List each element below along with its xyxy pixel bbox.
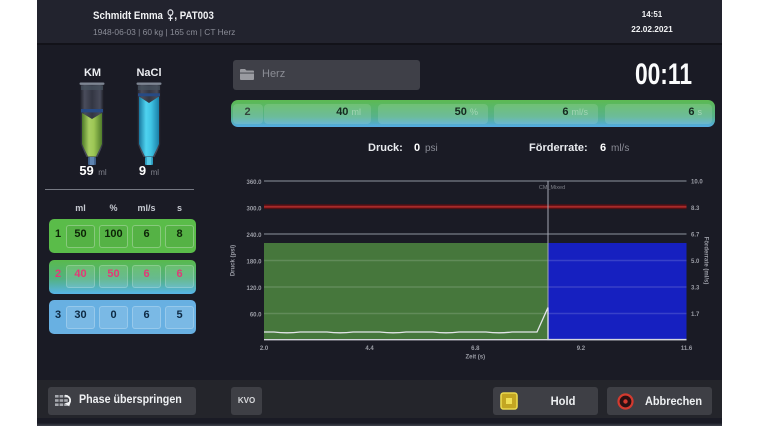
svg-text:11.6: 11.6	[681, 346, 693, 352]
svg-text:CM_Mixed: CM_Mixed	[539, 185, 565, 191]
svg-text:240.0: 240.0	[246, 233, 262, 239]
svg-text:Druck (psi): Druck (psi)	[231, 245, 237, 276]
svg-text:8.3: 8.3	[691, 206, 700, 212]
svg-text:Förderrate (ml/s): Förderrate (ml/s)	[703, 237, 709, 285]
svg-text:60.0: 60.0	[250, 313, 262, 319]
svg-text:5.0: 5.0	[691, 259, 700, 265]
svg-text:1.7: 1.7	[691, 312, 700, 318]
svg-text:4.4: 4.4	[365, 346, 374, 352]
svg-text:300.0: 300.0	[246, 207, 262, 213]
svg-text:120.0: 120.0	[246, 286, 262, 292]
svg-text:6.8: 6.8	[471, 346, 480, 352]
svg-text:10.0: 10.0	[691, 180, 703, 186]
svg-text:180.0: 180.0	[246, 260, 262, 266]
svg-text:9.2: 9.2	[577, 346, 586, 352]
svg-text:2.0: 2.0	[260, 346, 269, 352]
svg-text:Zeit (s): Zeit (s)	[465, 355, 485, 361]
svg-text:360.0: 360.0	[246, 180, 262, 186]
svg-text:3.3: 3.3	[691, 286, 700, 292]
svg-text:6.7: 6.7	[691, 233, 700, 239]
